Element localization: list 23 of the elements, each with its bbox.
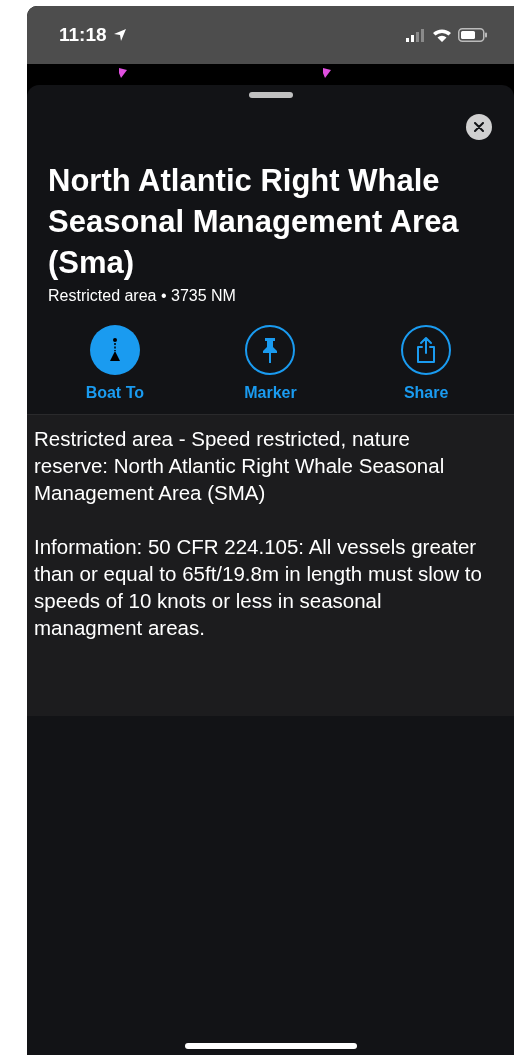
place-subtitle: Restricted area • 3735 NM [48, 286, 237, 306]
place-title: North Atlantic Right Whale Seasonal Management Area (Sma) [48, 162, 460, 282]
close-button[interactable] [466, 114, 492, 140]
share-icon [415, 336, 438, 364]
action-button[interactable]: Share [376, 319, 477, 414]
action-label: Marker [244, 383, 297, 403]
wifi-icon [432, 28, 452, 42]
action-button[interactable]: Marker [220, 319, 321, 414]
location-arrow-icon [112, 28, 127, 42]
action-button[interactable]: Boat To [64, 319, 165, 414]
buoy-icon [107, 337, 122, 363]
signal-icon [406, 28, 426, 42]
description-paragraph: Restricted area - Speed restricted, nature reserve: North Atlantic Right Whale Seasonal Management Area (SMA) [34, 426, 446, 506]
clock-time: 11:18 [59, 22, 107, 47]
description-paragraph: Information: 50 CFR 224.105: All vessels greater than or equal to 65ft/19.8m in length must slow to speeds of 10 knots or less in seasonal managment areas. [34, 534, 483, 641]
close-icon [474, 122, 484, 132]
action-label: Boat To [85, 383, 144, 403]
action-label: Share [403, 383, 449, 403]
pin-icon [119, 68, 128, 78]
battery-icon [458, 28, 488, 42]
pushpin-icon [261, 336, 280, 364]
pin-icon [323, 68, 332, 78]
drag-handle[interactable] [248, 92, 293, 98]
